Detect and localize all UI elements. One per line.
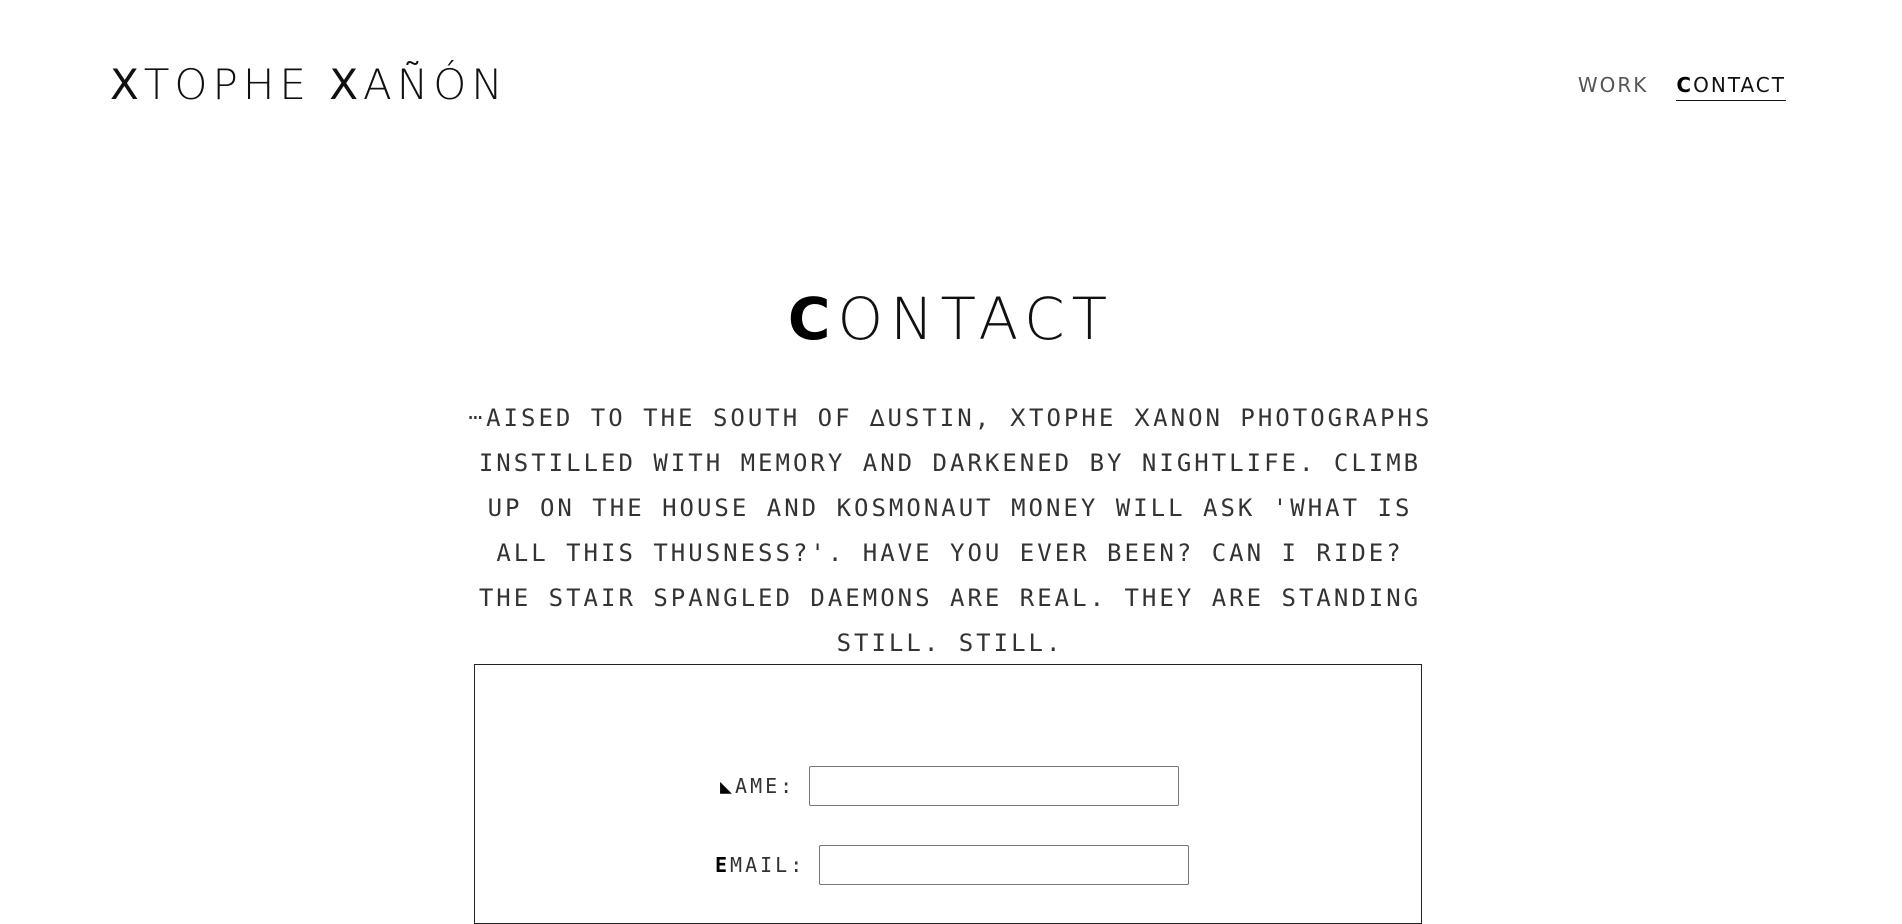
email-input[interactable]	[819, 845, 1190, 885]
page-title-initial: C	[787, 285, 838, 353]
main-nav: WORK CONTACT	[1578, 72, 1786, 101]
nav-link-contact-initial: C	[1676, 73, 1694, 97]
email-label-text: MAIL:	[730, 853, 806, 877]
name-label-text: AME:	[735, 774, 796, 798]
contact-form: ◣AME: EMAIL:	[474, 664, 1422, 924]
email-label-initial: E	[715, 853, 731, 877]
site-logo[interactable]: ⵝTOPHE ⵝAÑÓN	[110, 58, 508, 112]
name-label: ◣AME:	[720, 774, 795, 798]
name-row: ◣AME:	[720, 766, 1180, 806]
name-input[interactable]	[809, 766, 1180, 806]
nav-link-work[interactable]: WORK	[1578, 72, 1649, 101]
nav-link-contact-label: ONTACT	[1693, 73, 1786, 97]
site-header: ⵝTOPHE ⵝAÑÓN WORK CONTACT	[0, 0, 1902, 170]
page-title-rest: ONTACT	[837, 285, 1115, 353]
email-row: EMAIL:	[715, 845, 1190, 885]
bio-text: ⵈaised to the south of ∆ustin, ⵝtophe ⵝa…	[467, 404, 1433, 657]
nav-link-work-label: WORK	[1577, 73, 1649, 97]
email-label: EMAIL:	[715, 853, 805, 877]
page-title: CONTACT	[0, 282, 1902, 356]
name-label-initial: ◣	[720, 774, 736, 798]
nav-link-contact[interactable]: CONTACT	[1676, 72, 1786, 101]
